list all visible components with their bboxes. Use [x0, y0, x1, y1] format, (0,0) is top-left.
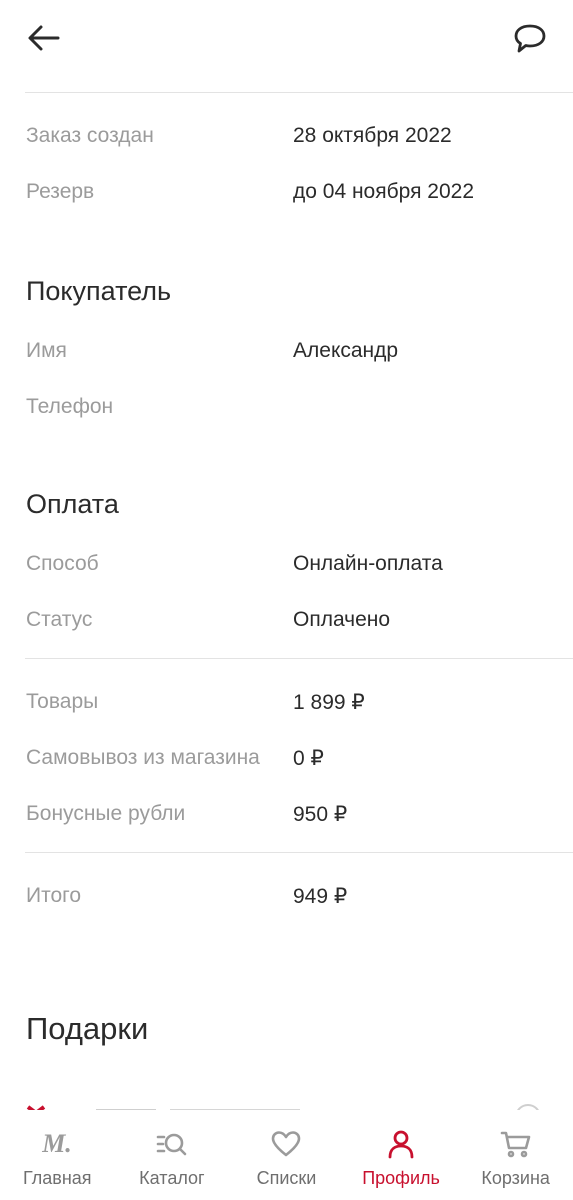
- cart-icon: [500, 1131, 530, 1158]
- pickup-label: Самовывоз из магазина: [26, 746, 260, 769]
- bonus-value: 950 ₽: [293, 803, 348, 826]
- m-logo-icon: M.: [41, 1129, 72, 1158]
- reserve-label: Резерв: [26, 180, 95, 203]
- nav-item-profile[interactable]: Профиль: [344, 1110, 459, 1200]
- nav-item-catalog[interactable]: Каталог: [115, 1110, 230, 1200]
- bottom-nav: M. Главная Каталог Списки Профиль Корзин…: [0, 1110, 573, 1200]
- back-button[interactable]: [26, 22, 62, 54]
- gifts-title: Подарки: [26, 1011, 149, 1046]
- svg-text:M.: M.: [41, 1129, 72, 1158]
- summary-divider: [25, 852, 573, 853]
- order-created-value: 28 октября 2022: [293, 124, 452, 147]
- buyer-title: Покупатель: [26, 276, 172, 306]
- chat-button[interactable]: [513, 22, 547, 56]
- goods-label: Товары: [26, 690, 99, 713]
- nav-item-cart[interactable]: Корзина: [458, 1110, 573, 1200]
- payment-divider: [25, 658, 573, 659]
- pickup-value: 0 ₽: [293, 747, 324, 770]
- goods-value: 1 899 ₽: [293, 691, 365, 714]
- payment-title: Оплата: [26, 489, 119, 519]
- nav-label-lists: Списки: [256, 1168, 317, 1188]
- nav-item-home[interactable]: M. Главная: [0, 1110, 115, 1200]
- header-divider: [25, 92, 573, 93]
- arrow-left-icon: [28, 25, 60, 51]
- nav-label-catalog: Каталог: [139, 1168, 205, 1188]
- order-created-label: Заказ создан: [26, 124, 154, 147]
- bonus-label: Бонусные рубли: [26, 802, 186, 825]
- profile-icon: [388, 1130, 414, 1159]
- top-bar: [0, 0, 573, 92]
- buyer-name-label: Имя: [26, 339, 67, 362]
- nav-label-profile: Профиль: [362, 1168, 440, 1188]
- buyer-name-value: Александр: [293, 339, 399, 362]
- nav-label-cart: Корзина: [481, 1168, 550, 1188]
- payment-status-label: Статус: [26, 608, 93, 631]
- payment-status-value: Оплачено: [293, 608, 391, 631]
- chat-bubble-icon: [514, 24, 546, 53]
- buyer-phone-label: Телефон: [26, 395, 114, 418]
- nav-label-home: Главная: [23, 1168, 92, 1188]
- catalog-search-icon: [156, 1133, 187, 1156]
- total-value: 949 ₽: [293, 885, 348, 908]
- heart-icon: [272, 1131, 301, 1157]
- payment-method-label: Способ: [26, 552, 99, 575]
- nav-item-lists[interactable]: Списки: [229, 1110, 344, 1200]
- payment-method-value: Онлайн-оплата: [293, 552, 443, 575]
- total-label: Итого: [26, 884, 82, 907]
- reserve-value: до 04 ноября 2022: [293, 180, 475, 203]
